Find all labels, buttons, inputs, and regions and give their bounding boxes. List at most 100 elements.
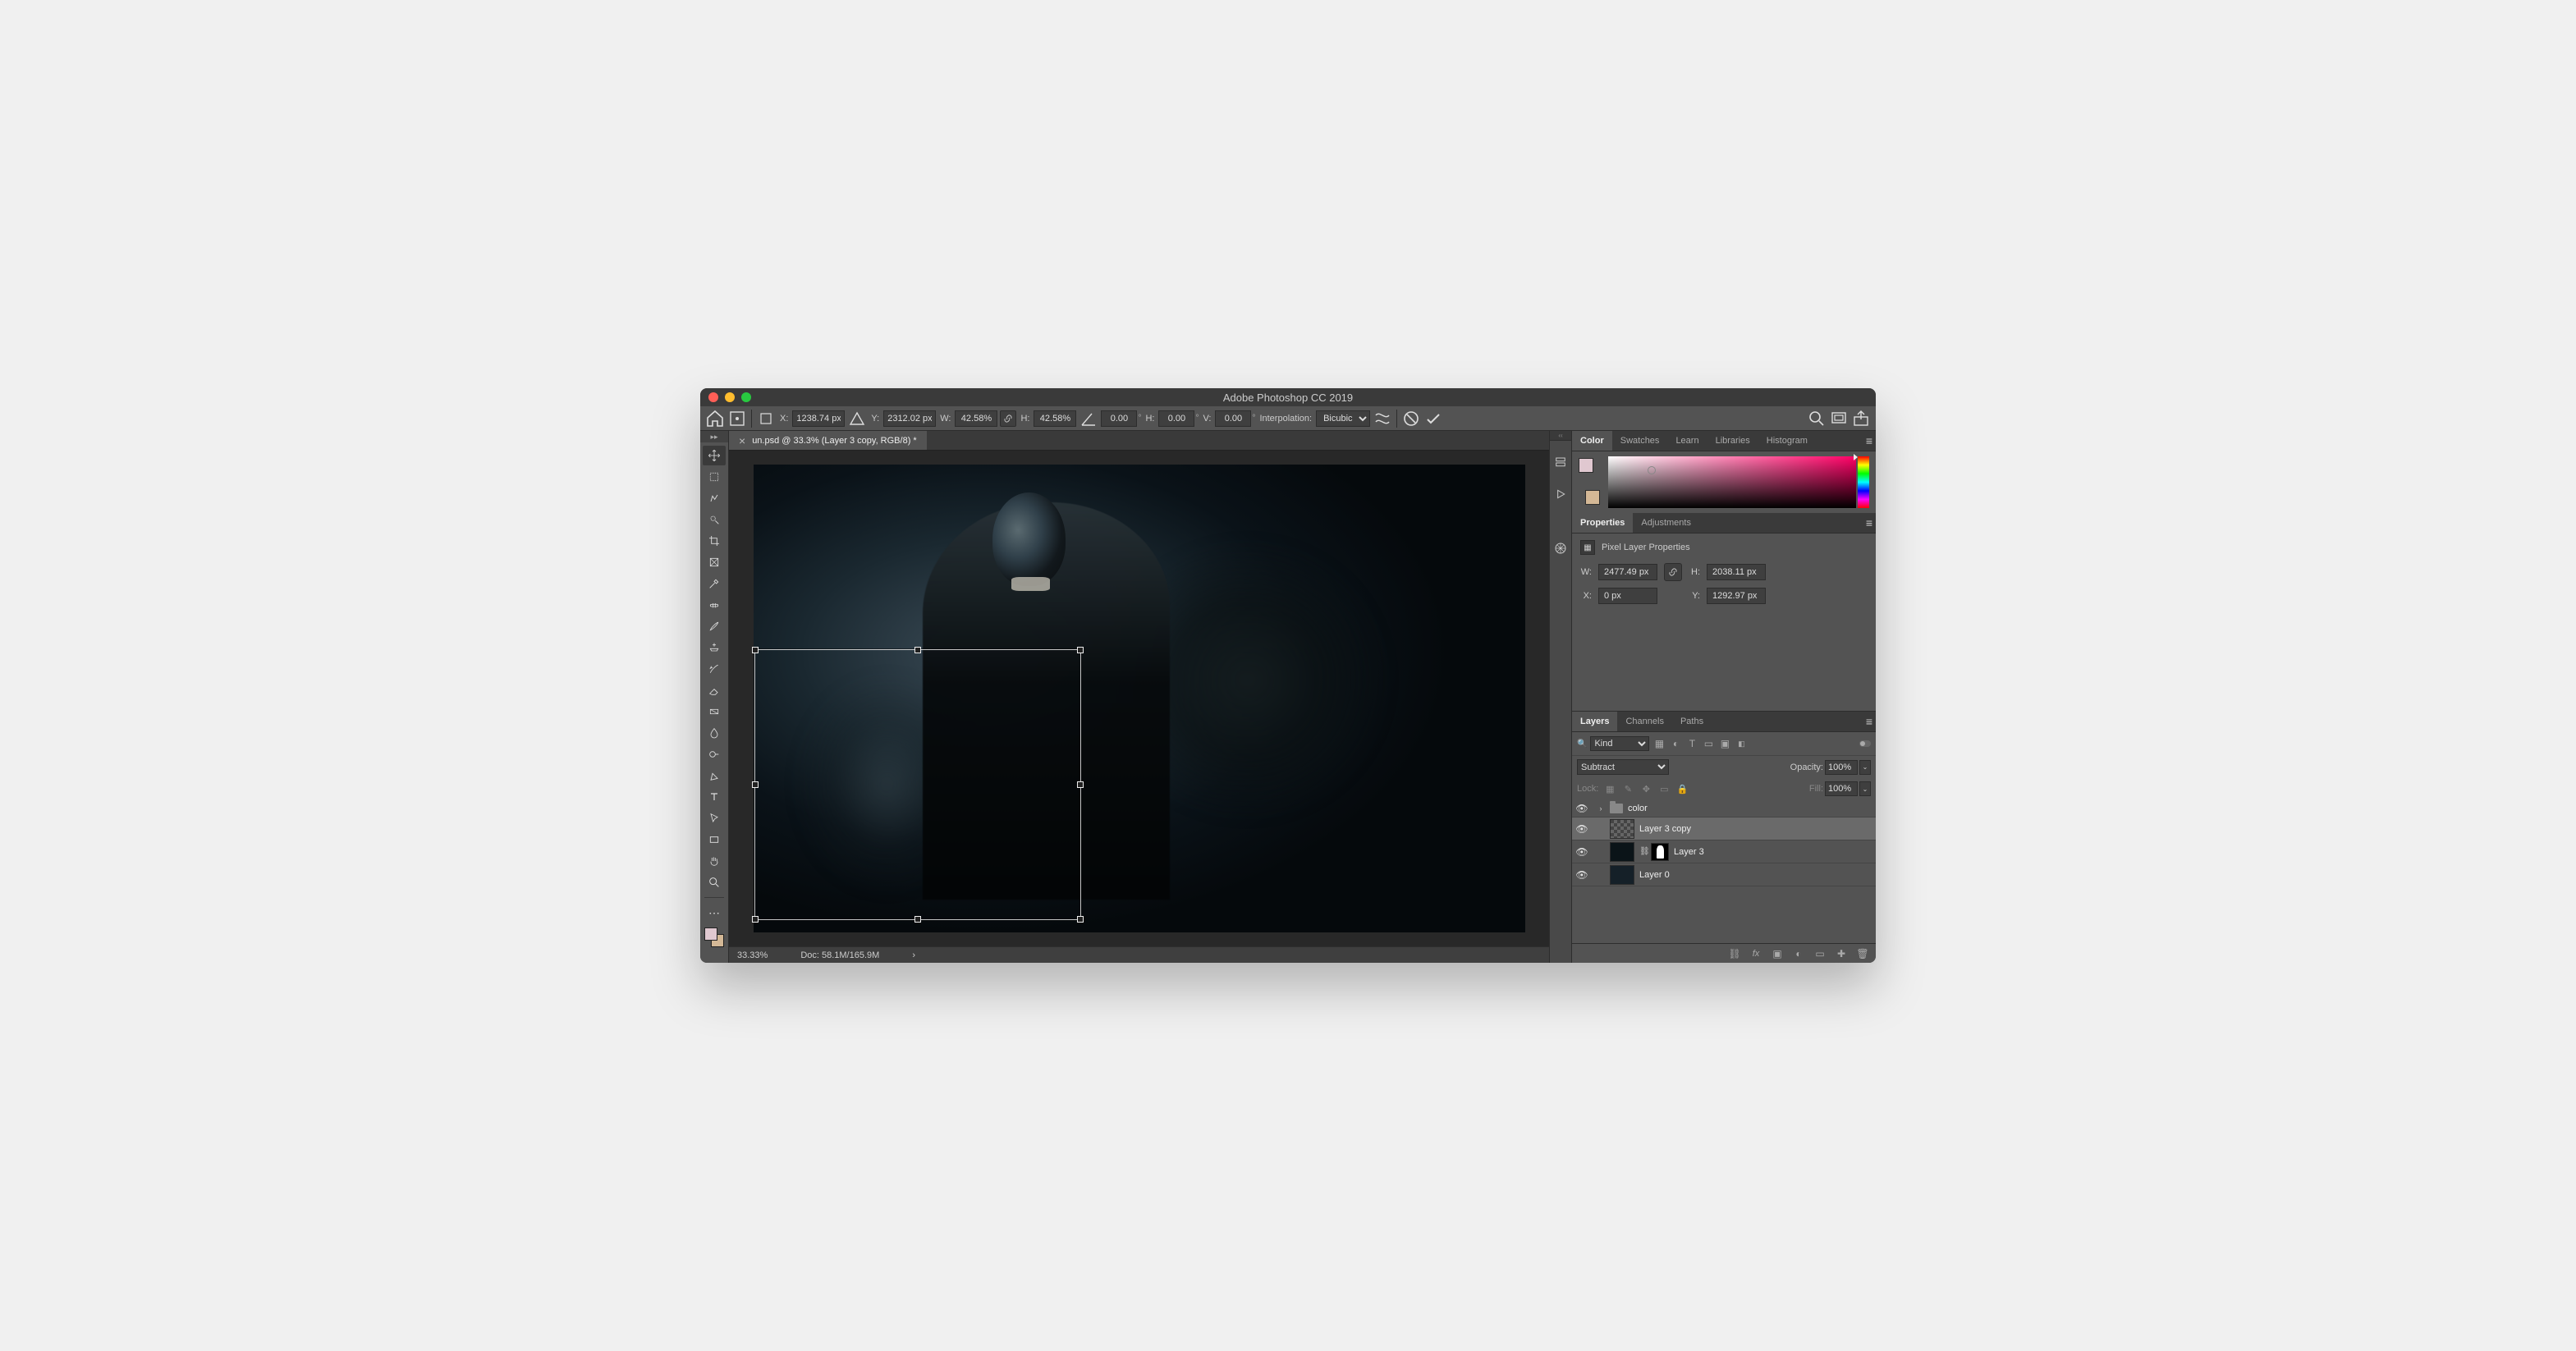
- link-layers-icon[interactable]: ⛓: [1728, 947, 1741, 960]
- history-brush-tool-icon[interactable]: [703, 659, 726, 679]
- mask-link-icon[interactable]: ⛓: [1639, 847, 1646, 856]
- crop-tool-icon[interactable]: [703, 531, 726, 551]
- layer-name[interactable]: color: [1628, 804, 1648, 813]
- tab-swatches[interactable]: Swatches: [1612, 431, 1668, 451]
- home-icon[interactable]: [705, 409, 725, 428]
- delta-icon[interactable]: [847, 409, 867, 428]
- fill-input[interactable]: [1825, 781, 1858, 796]
- reference-point-icon[interactable]: [756, 409, 776, 428]
- tab-layers[interactable]: Layers: [1572, 712, 1617, 731]
- prop-w-input[interactable]: [1598, 564, 1657, 580]
- mask-icon[interactable]: ▣: [1771, 947, 1784, 960]
- prop-h-input[interactable]: [1707, 564, 1766, 580]
- strip-collapse-icon[interactable]: ‹‹: [1550, 431, 1571, 441]
- transform-handle[interactable]: [1077, 781, 1084, 788]
- filter-pixel-icon[interactable]: ▦: [1652, 737, 1666, 750]
- status-arrow-icon[interactable]: ›: [912, 950, 915, 960]
- pen-tool-icon[interactable]: [703, 766, 726, 785]
- panel-menu-icon[interactable]: ≡: [1866, 715, 1872, 728]
- search-icon[interactable]: [1807, 409, 1827, 428]
- transform-box[interactable]: [754, 649, 1081, 920]
- x-input[interactable]: [792, 410, 845, 427]
- color-cursor[interactable]: [1648, 466, 1656, 474]
- filter-type-icon[interactable]: T: [1685, 737, 1698, 750]
- angle-input[interactable]: [1101, 410, 1137, 427]
- tab-paths[interactable]: Paths: [1672, 712, 1712, 731]
- type-tool-icon[interactable]: [703, 787, 726, 807]
- layer-name[interactable]: Layer 3 copy: [1639, 824, 1691, 834]
- transform-handle[interactable]: [752, 916, 759, 923]
- tab-learn[interactable]: Learn: [1667, 431, 1707, 451]
- panel-background-swatch[interactable]: [1585, 490, 1600, 505]
- layer-row[interactable]: 👁 Layer 3 copy: [1572, 817, 1876, 840]
- tab-properties[interactable]: Properties: [1572, 513, 1633, 533]
- brush-tool-icon[interactable]: [703, 616, 726, 636]
- cancel-transform-icon[interactable]: [1401, 409, 1421, 428]
- canvas[interactable]: [754, 465, 1525, 932]
- prop-link-icon[interactable]: [1664, 563, 1682, 581]
- filter-toggle[interactable]: [1859, 740, 1871, 747]
- lasso-tool-icon[interactable]: [703, 488, 726, 508]
- layer-thumbnail[interactable]: [1610, 842, 1634, 862]
- toolbar-collapse-icon[interactable]: ▸▸: [700, 431, 728, 442]
- panel-color-swatches[interactable]: [1579, 456, 1602, 508]
- panel-menu-icon[interactable]: ≡: [1866, 434, 1872, 447]
- frame-tool-icon[interactable]: [703, 552, 726, 572]
- visibility-icon[interactable]: 👁: [1572, 869, 1592, 881]
- lock-all-icon[interactable]: 🔒: [1675, 782, 1689, 795]
- layer-thumbnail[interactable]: [1610, 865, 1634, 885]
- layers-list[interactable]: 👁 › color 👁 Layer 3 copy 👁: [1572, 799, 1876, 943]
- layer-thumbnail[interactable]: [1610, 819, 1634, 839]
- panel-foreground-swatch[interactable]: [1579, 458, 1593, 473]
- fx-icon[interactable]: fx: [1749, 947, 1762, 960]
- layer-row[interactable]: 👁 ⛓ Layer 3: [1572, 840, 1876, 863]
- color-field[interactable]: [1608, 456, 1856, 508]
- tab-histogram[interactable]: Histogram: [1758, 431, 1816, 451]
- opacity-dropdown-icon[interactable]: ⌄: [1859, 760, 1871, 775]
- rectangle-tool-icon[interactable]: [703, 830, 726, 850]
- new-layer-icon[interactable]: ✚: [1835, 947, 1848, 960]
- skew-v-input[interactable]: [1215, 410, 1251, 427]
- filter-adjust-icon[interactable]: ◐: [1669, 737, 1682, 750]
- quick-select-tool-icon[interactable]: [703, 510, 726, 529]
- marquee-tool-icon[interactable]: [703, 467, 726, 487]
- prop-x-input[interactable]: [1598, 588, 1657, 604]
- zoom-level[interactable]: 33.33%: [737, 950, 768, 960]
- transform-handle[interactable]: [914, 647, 921, 653]
- commit-transform-icon[interactable]: [1423, 409, 1443, 428]
- group-icon[interactable]: ▭: [1813, 947, 1827, 960]
- lock-transparency-icon[interactable]: ▦: [1603, 782, 1616, 795]
- move-tool-icon[interactable]: [703, 446, 726, 465]
- history-panel-icon[interactable]: [1552, 454, 1570, 472]
- actions-panel-icon[interactable]: [1552, 485, 1570, 503]
- lock-pixels-icon[interactable]: ✎: [1621, 782, 1634, 795]
- edit-toolbar-icon[interactable]: ⋯: [703, 903, 726, 923]
- interpolation-select[interactable]: Bicubic: [1316, 410, 1370, 427]
- layer-name[interactable]: Layer 3: [1674, 847, 1704, 857]
- transform-handle[interactable]: [914, 916, 921, 923]
- eyedropper-tool-icon[interactable]: [703, 574, 726, 593]
- healing-brush-tool-icon[interactable]: [703, 595, 726, 615]
- tab-color[interactable]: Color: [1572, 431, 1612, 451]
- warp-icon[interactable]: [1373, 409, 1392, 428]
- aspect-link-icon[interactable]: [1000, 410, 1016, 427]
- adjustment-layer-icon[interactable]: ◐: [1792, 947, 1805, 960]
- mask-thumbnail[interactable]: [1651, 843, 1669, 861]
- visibility-icon[interactable]: 👁: [1572, 803, 1592, 814]
- navigator-panel-icon[interactable]: [1552, 539, 1570, 557]
- transform-handle[interactable]: [752, 781, 759, 788]
- blur-tool-icon[interactable]: [703, 723, 726, 743]
- blend-mode-select[interactable]: Subtract: [1577, 759, 1669, 775]
- clone-stamp-tool-icon[interactable]: [703, 638, 726, 657]
- color-swatch-pair[interactable]: [703, 926, 726, 949]
- zoom-tool-icon[interactable]: [703, 872, 726, 892]
- canvas-viewport[interactable]: [729, 451, 1549, 946]
- foreground-color-swatch[interactable]: [704, 927, 717, 941]
- fill-dropdown-icon[interactable]: ⌄: [1859, 781, 1871, 796]
- skew-h-input[interactable]: [1158, 410, 1194, 427]
- expand-icon[interactable]: ›: [1597, 804, 1605, 813]
- transform-handle[interactable]: [1077, 916, 1084, 923]
- visibility-icon[interactable]: 👁: [1572, 823, 1592, 835]
- document-tab[interactable]: × un.psd @ 33.3% (Layer 3 copy, RGB/8) *: [729, 431, 927, 450]
- dodge-tool-icon[interactable]: [703, 744, 726, 764]
